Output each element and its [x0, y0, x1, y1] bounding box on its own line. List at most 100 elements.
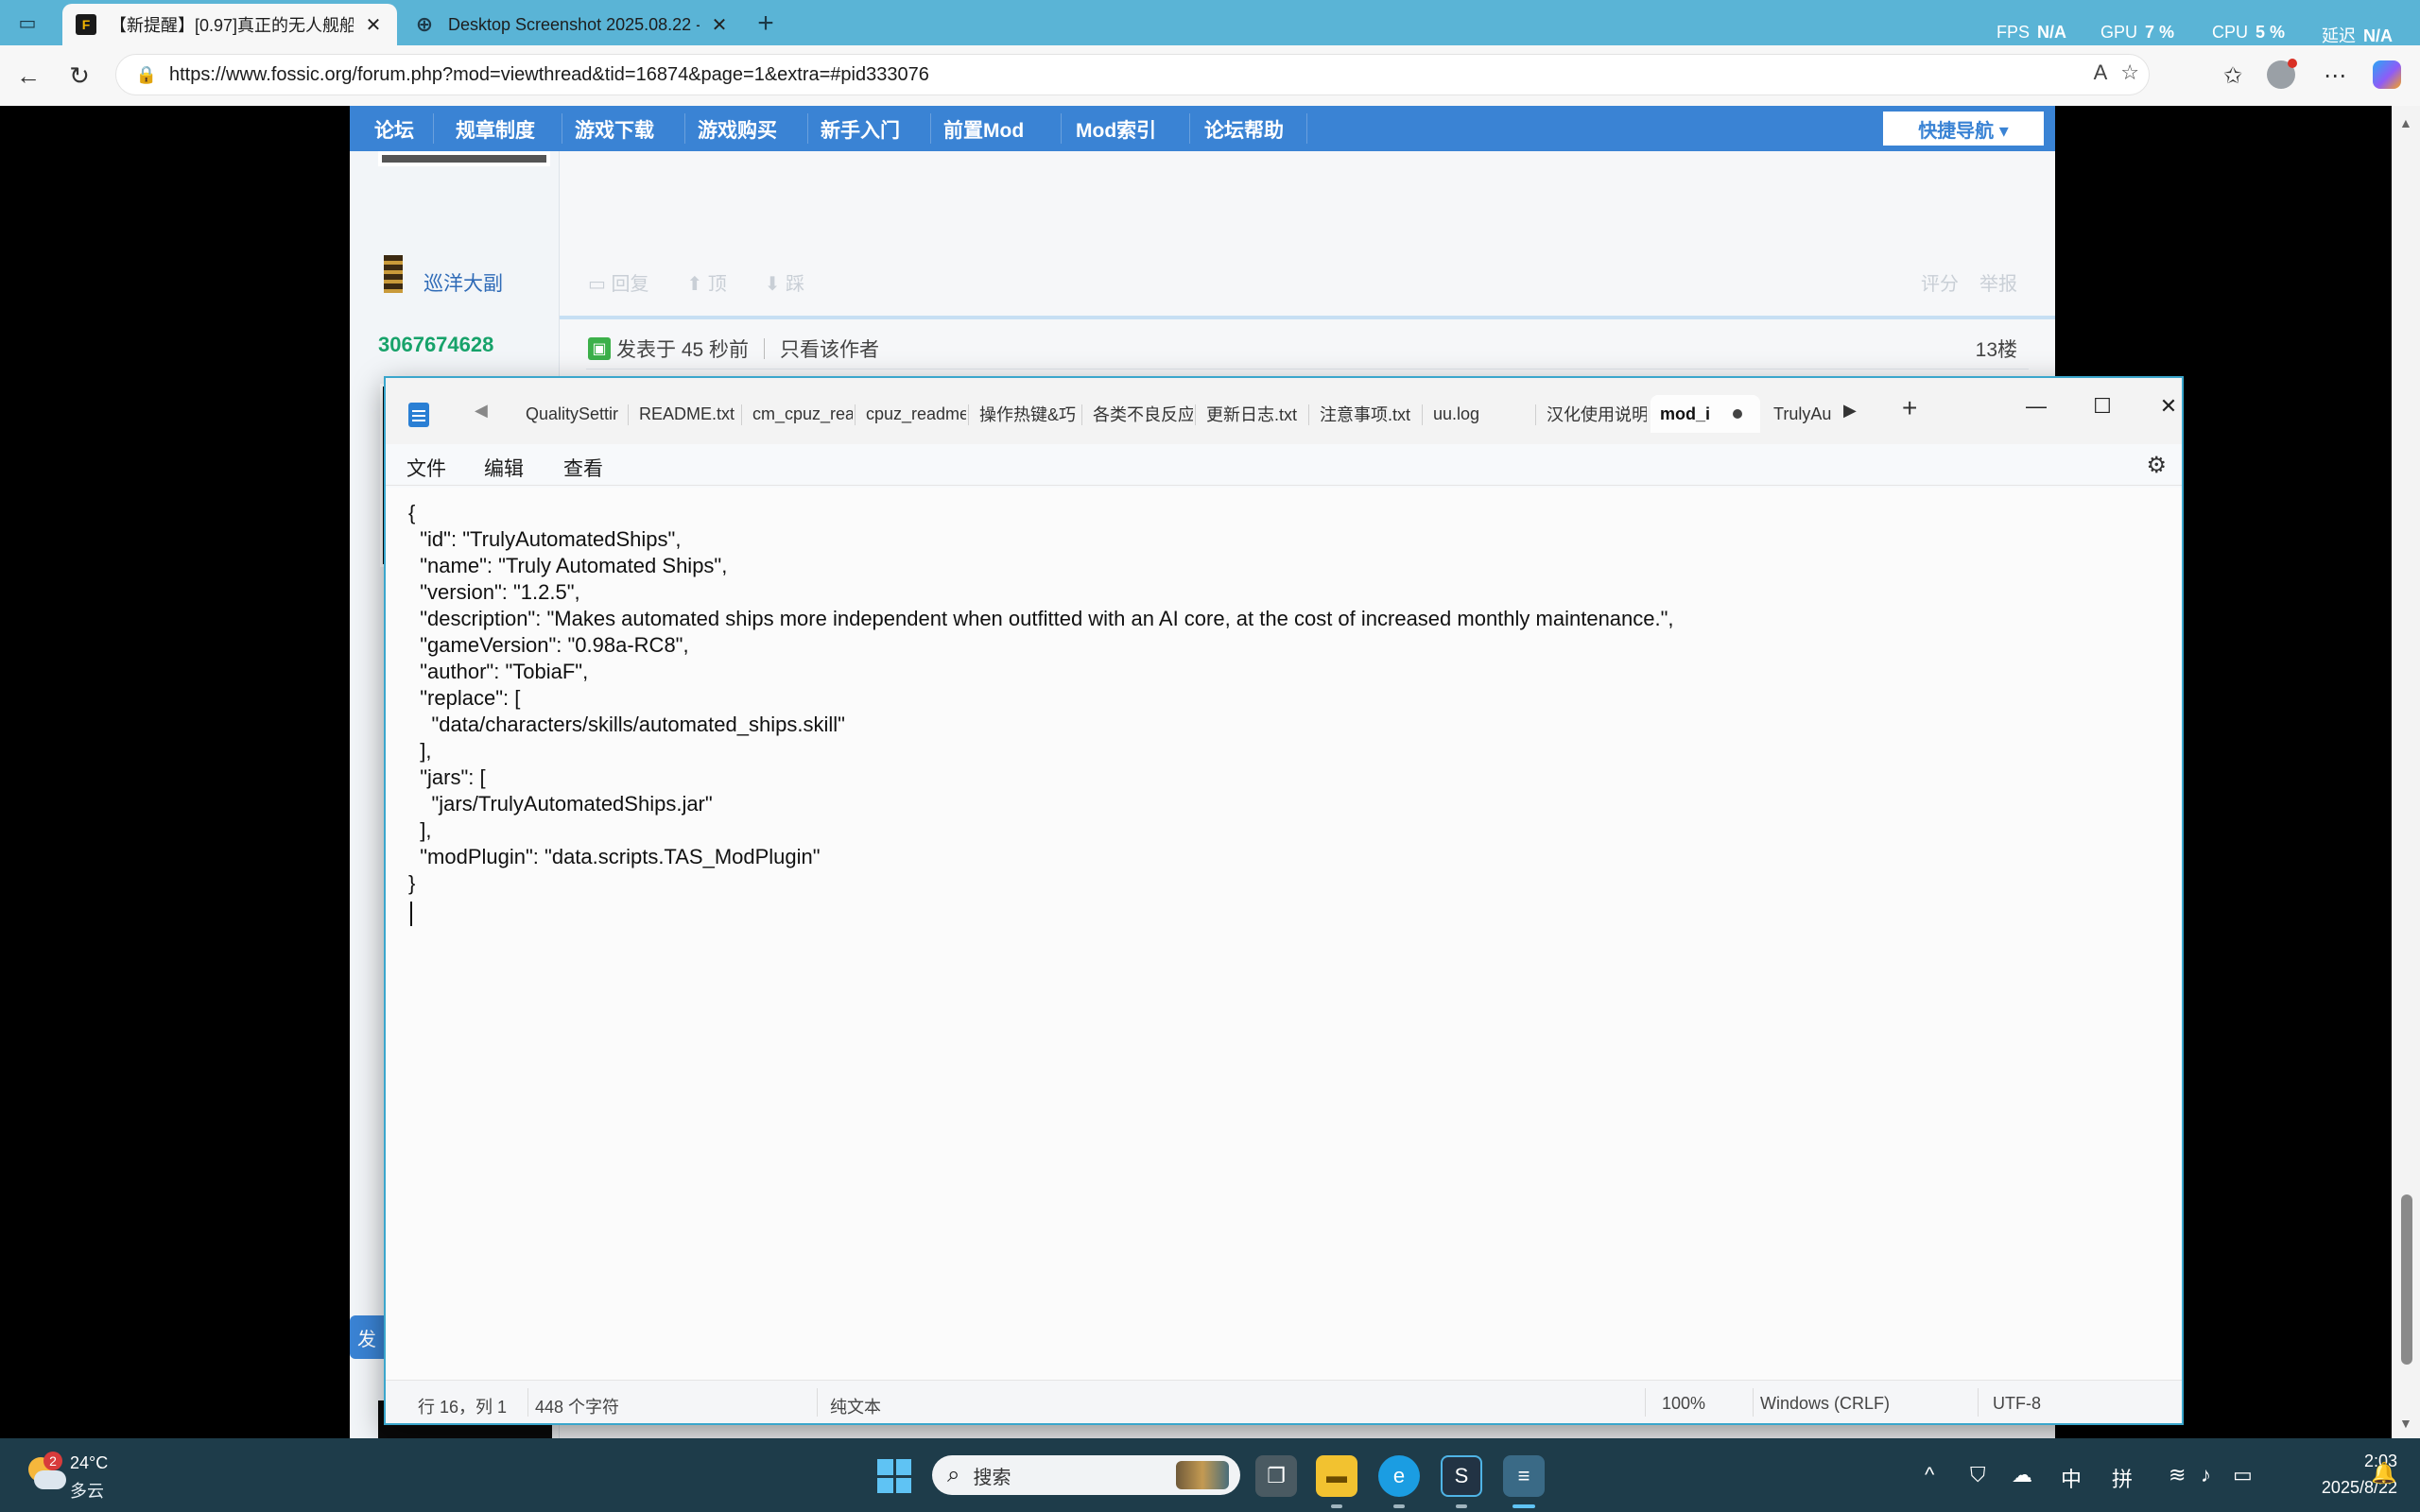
- tab-divider: [1195, 404, 1196, 425]
- reply-link[interactable]: ▭ 回复: [588, 268, 648, 296]
- nav-rules[interactable]: 规章制度: [456, 115, 535, 144]
- notepad-tab[interactable]: cm_cpuz_rea: [743, 395, 853, 433]
- new-tab-button[interactable]: +: [749, 8, 783, 40]
- favorite-star-icon[interactable]: ☆: [2120, 60, 2139, 85]
- notepad-tab-active[interactable]: mod_i: [1651, 395, 1760, 433]
- onedrive-cloud-icon[interactable]: ☁: [2012, 1463, 2032, 1487]
- code-line: ],: [408, 818, 432, 842]
- lock-icon[interactable]: 🔒: [128, 65, 165, 85]
- browser-tab-fossic[interactable]: F 【新提醒】[0.97]真正的无人舰船/ ✕: [62, 4, 397, 45]
- more-menu-icon[interactable]: ⋯: [2318, 59, 2352, 93]
- notepad-tab[interactable]: QualitySettir: [516, 395, 626, 433]
- menu-view[interactable]: 查看: [563, 454, 603, 482]
- taskbar-search[interactable]: ⌕ 搜索: [932, 1455, 1240, 1495]
- url-bar[interactable]: 🔒 https://www.fossic.org/forum.php?mod=v…: [115, 54, 2150, 95]
- code-line: "gameVersion": "0.98a-RC8",: [408, 633, 689, 657]
- steam-like-app-icon[interactable]: S: [1441, 1455, 1482, 1497]
- notepad-tab[interactable]: 更新日志.txt: [1197, 395, 1306, 433]
- refresh-icon[interactable]: ↻: [62, 59, 96, 93]
- defender-shield-icon[interactable]: ⛉: [1970, 1463, 1986, 1487]
- nav-game-download[interactable]: 游戏下载: [575, 115, 654, 144]
- minimize-icon[interactable]: —: [2017, 387, 2055, 425]
- scroll-down-icon[interactable]: ▼: [2399, 1416, 2412, 1431]
- close-tab-icon[interactable]: ✕: [709, 13, 730, 37]
- task-view-icon[interactable]: ❐: [1255, 1455, 1297, 1497]
- maximize-icon[interactable]: ☐: [2083, 387, 2121, 425]
- globe-icon: ⊕: [415, 12, 434, 36]
- browser-tab-screenshot[interactable]: ⊕ Desktop Screenshot 2025.08.22 - ✕: [401, 4, 743, 45]
- report-link[interactable]: 举报: [1979, 268, 2017, 296]
- notepad-tab[interactable]: 操作热键&巧: [970, 395, 1080, 433]
- notepad-tab[interactable]: 汉化使用说明: [1537, 395, 1647, 433]
- tray-overflow-icon[interactable]: ^: [1925, 1463, 1934, 1487]
- nav-game-purchase[interactable]: 游戏购买: [698, 115, 777, 144]
- code-line: {: [408, 501, 416, 524]
- menu-file[interactable]: 文件: [406, 454, 446, 482]
- avatar[interactable]: [378, 151, 550, 166]
- ime-mode[interactable]: 拼: [2112, 1463, 2133, 1493]
- page-scrollbar[interactable]: ▲ ▼: [2392, 106, 2420, 1438]
- nav-forum[interactable]: 论坛: [374, 115, 414, 144]
- copilot-icon[interactable]: [2373, 60, 2401, 89]
- line-ending[interactable]: Windows (CRLF): [1760, 1394, 1890, 1414]
- new-notepad-tab-button[interactable]: +: [1902, 393, 1917, 423]
- upvote-link[interactable]: ⬆ 顶: [686, 268, 726, 296]
- read-aloud-icon[interactable]: A: [2094, 60, 2108, 85]
- notepad-tab[interactable]: cpuz_readme: [856, 395, 966, 433]
- post-reply-button[interactable]: 发: [350, 1315, 384, 1359]
- file-explorer-icon[interactable]: ▬: [1316, 1455, 1357, 1497]
- code-line: "replace": [: [408, 686, 521, 710]
- weather-description[interactable]: 多云: [70, 1478, 104, 1503]
- settings-gear-icon[interactable]: ⚙: [2146, 452, 2167, 479]
- notepad-titlebar[interactable]: ◀ QualitySettir README.txt cm_cpuz_rea c…: [386, 378, 2182, 444]
- text-caret: [410, 902, 412, 926]
- nav-prereq-mod[interactable]: 前置Mod: [943, 115, 1024, 144]
- scroll-up-icon[interactable]: ▲: [2399, 115, 2412, 130]
- ime-language[interactable]: 中: [2061, 1463, 2082, 1493]
- encoding[interactable]: UTF-8: [1993, 1394, 2041, 1414]
- wifi-icon[interactable]: ≋: [2169, 1463, 2186, 1487]
- notepad-tab[interactable]: 各类不良反应: [1083, 395, 1193, 433]
- file-type[interactable]: 纯文本: [830, 1394, 881, 1418]
- nav-help[interactable]: 论坛帮助: [1204, 115, 1284, 144]
- user-rank[interactable]: 巡洋大副: [424, 268, 503, 297]
- tab-actions-icon[interactable]: ▭: [11, 9, 43, 36]
- notepad-tab[interactable]: 注意事项.txt: [1310, 395, 1420, 433]
- favorites-icon[interactable]: ✩: [2216, 59, 2250, 93]
- only-author-link[interactable]: 只看该作者: [780, 335, 879, 363]
- notepad-taskbar-icon[interactable]: ≡: [1503, 1455, 1545, 1497]
- windows-start-icon[interactable]: [877, 1459, 911, 1493]
- tab-divider: [1422, 404, 1423, 425]
- tab-divider: [1535, 404, 1536, 425]
- notification-bell-icon[interactable]: 🔔: [2371, 1461, 2396, 1486]
- close-tab-icon[interactable]: ✕: [363, 13, 384, 37]
- battery-icon[interactable]: ▭: [2233, 1463, 2253, 1487]
- text-editor[interactable]: { "id": "TrulyAutomatedShips", "name": "…: [386, 488, 2182, 1380]
- notepad-tab[interactable]: README.txt: [630, 395, 739, 433]
- scroll-thumb[interactable]: [2401, 1194, 2412, 1365]
- nav-divider: [930, 113, 931, 144]
- fossic-icon: F: [76, 14, 96, 35]
- menu-edit[interactable]: 编辑: [484, 454, 524, 482]
- volume-icon[interactable]: ♪: [2201, 1463, 2211, 1487]
- tab-scroll-right-icon[interactable]: ▶: [1843, 401, 1857, 421]
- cursor-position[interactable]: 行 16，列 1: [418, 1394, 507, 1418]
- edge-browser-icon[interactable]: e: [1378, 1455, 1420, 1497]
- user-id[interactable]: 3067674628: [378, 333, 493, 357]
- notepad-tab[interactable]: uu.log: [1424, 395, 1533, 433]
- nav-beginner[interactable]: 新手入门: [821, 115, 900, 144]
- weather-temperature[interactable]: 24°C: [70, 1453, 108, 1473]
- back-arrow-icon[interactable]: ←: [11, 59, 45, 93]
- tab-scroll-left-icon[interactable]: ◀: [475, 401, 488, 421]
- post-floor-number[interactable]: 13楼: [1976, 335, 2017, 363]
- rate-link[interactable]: 评分: [1921, 268, 1959, 296]
- downvote-link[interactable]: ⬇ 踩: [765, 268, 804, 296]
- unsaved-dot-icon[interactable]: [1733, 409, 1743, 419]
- nav-mod-index[interactable]: Mod索引: [1076, 115, 1156, 144]
- search-placeholder: 搜索: [973, 1467, 1011, 1488]
- zoom-level[interactable]: 100%: [1662, 1394, 1705, 1414]
- close-window-icon[interactable]: ✕: [2150, 387, 2187, 425]
- search-highlight-image[interactable]: [1176, 1461, 1229, 1489]
- notepad-tab[interactable]: TrulyAu: [1764, 395, 1840, 433]
- quick-nav-button[interactable]: 快捷导航 ▾: [1883, 112, 2044, 146]
